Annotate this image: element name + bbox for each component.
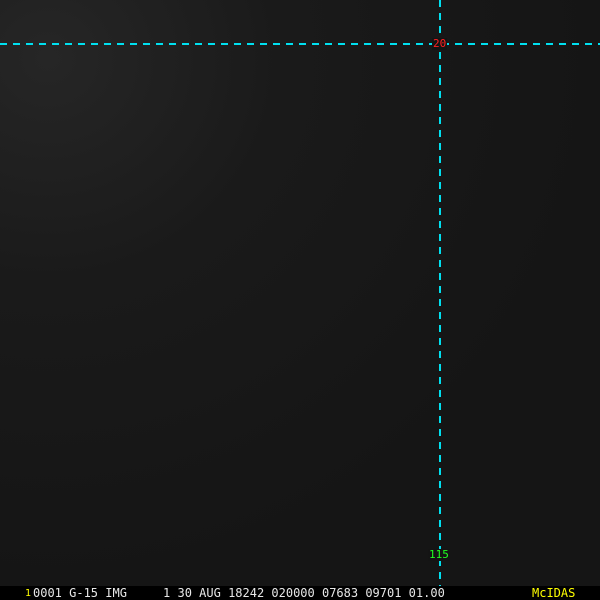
longitude-grid-line — [439, 0, 441, 586]
frame-number: 1 — [25, 588, 32, 599]
latitude-grid-line — [0, 43, 600, 45]
mcidas-brand: McIDAS — [532, 586, 576, 600]
latitude-label: 20 — [432, 37, 448, 50]
mcidas-display: 20 115 1 0001 G-15 IMG 1 30 AUG 18242 02… — [0, 0, 600, 600]
satellite-image[interactable] — [0, 0, 600, 586]
image-info-text: 0001 G-15 IMG 1 30 AUG 18242 020000 0768… — [33, 586, 445, 600]
longitude-label: 115 — [428, 548, 450, 561]
status-bar: 1 0001 G-15 IMG 1 30 AUG 18242 020000 07… — [0, 586, 600, 600]
